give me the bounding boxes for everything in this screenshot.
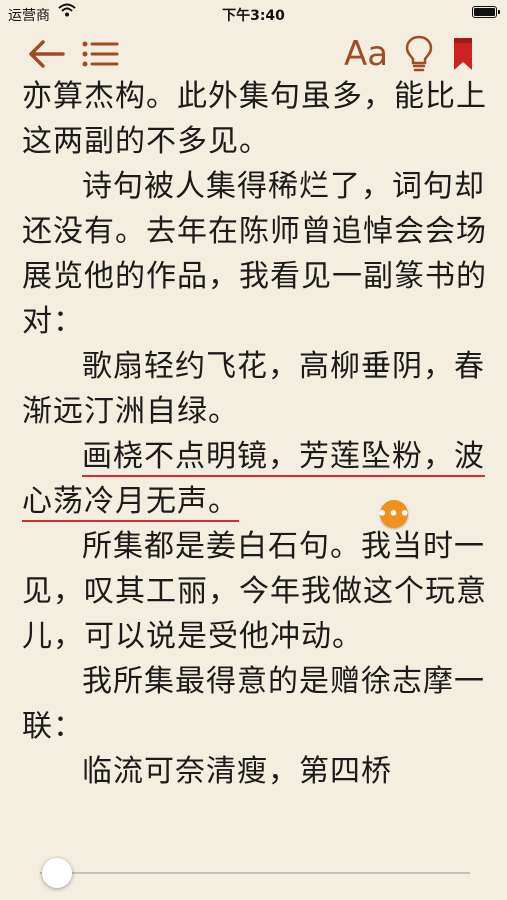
- bookmark-icon[interactable]: [448, 34, 478, 74]
- reading-content: 亦算杰构。此外集句虽多，能比上这两副的不多见。 诗句被人集得稀烂了，词句却还没有…: [22, 74, 488, 794]
- paragraph: 亦算杰构。此外集句虽多，能比上这两副的不多见。: [22, 79, 487, 159]
- paragraph: 诗句被人集得稀烂了，词句却还没有。去年在陈师曾追悼会会场展览他的作品，我看见一副…: [22, 169, 487, 339]
- highlighted-text[interactable]: 画桡不点明镜，芳莲坠粉，波心荡冷月无声。: [22, 439, 485, 522]
- couplet-line: 歌扇轻约飞花，高柳垂阴，春渐远汀洲自绿。: [22, 349, 485, 429]
- note-more-icon[interactable]: •••: [377, 500, 410, 528]
- slider-track[interactable]: [40, 872, 470, 874]
- back-arrow-icon[interactable]: [26, 34, 66, 74]
- font-size-button[interactable]: Aa: [344, 34, 388, 74]
- paragraph: 所集都是姜白石句。我当时一见，叹其工丽，今年我做这个玩意儿，可以说是受他冲动。: [22, 529, 487, 654]
- slider-thumb[interactable]: [42, 858, 73, 888]
- reading-progress-slider[interactable]: [40, 858, 470, 888]
- status-time: 下午3:40: [222, 8, 285, 24]
- battery-icon: [472, 6, 500, 18]
- paragraph: 我所集最得意的是赠徐志摩一联：: [22, 664, 485, 744]
- lightbulb-icon[interactable]: [402, 34, 436, 74]
- paragraph: 临流可奈清瘦，第四桥: [82, 754, 392, 789]
- list-icon[interactable]: [80, 34, 120, 74]
- highlighted-paragraph[interactable]: 画桡不点明镜，芳莲坠粉，波心荡冷月无声。: [22, 434, 488, 524]
- reader-toolbar: Aa: [0, 28, 507, 78]
- status-bar: 运营商 下午3:40: [0, 0, 507, 28]
